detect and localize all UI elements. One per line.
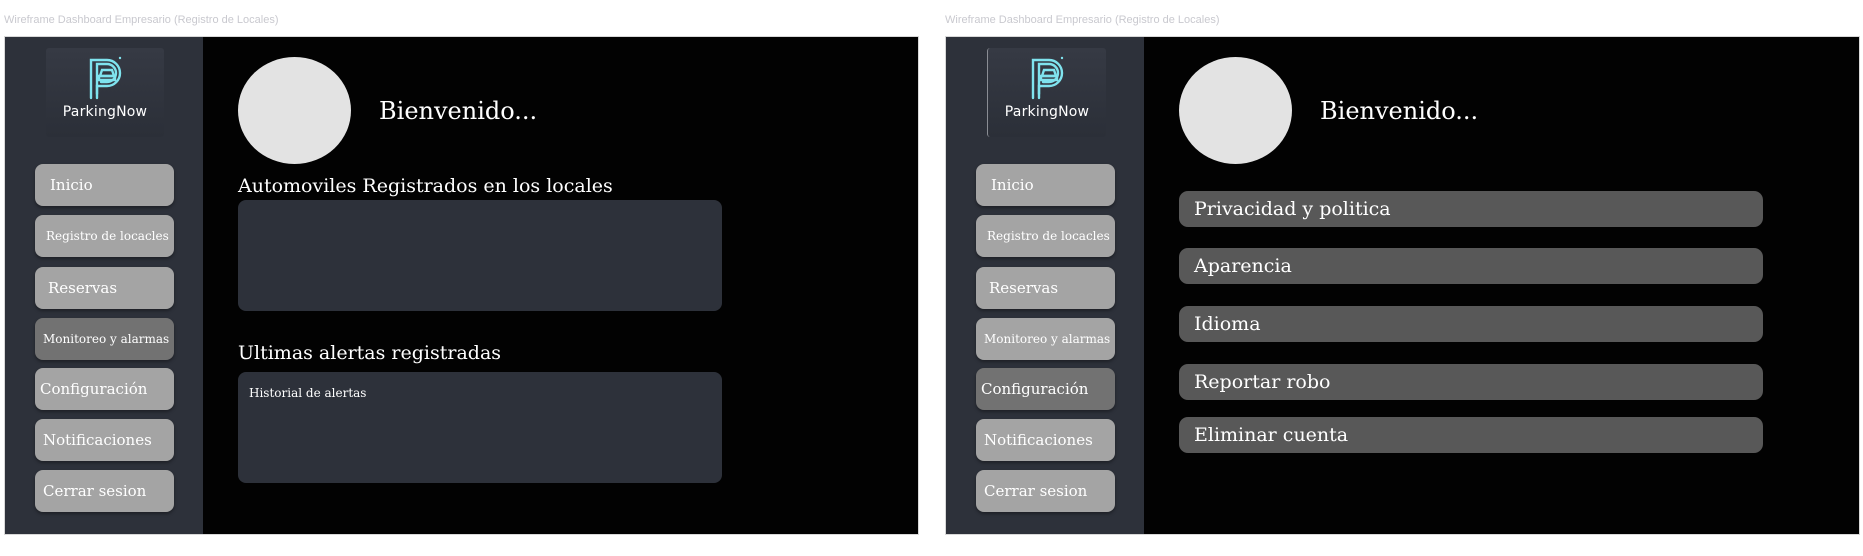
delete-account-button[interactable]: Eliminar cuenta [1179, 417, 1763, 453]
nav-inicio-button[interactable]: Inicio [976, 164, 1115, 206]
privacy-policy-button[interactable]: Privacidad y politica [1179, 191, 1763, 227]
dashboard-frame-configuration: ParkingNow Inicio Registro de locacles R… [945, 36, 1860, 535]
nav-notificaciones-button[interactable]: Notificaciones [976, 419, 1115, 461]
nav-monitoreo-alarmas-button[interactable]: Monitoreo y alarmas [976, 318, 1115, 360]
brand-name: ParkingNow [1004, 104, 1090, 120]
frame-label: Wireframe Dashboard Empresario (Registro… [4, 14, 279, 26]
nav-configuracion-button[interactable]: Configuración [976, 368, 1115, 410]
sidebar: ParkingNow Inicio Registro de locacles R… [946, 37, 1144, 534]
frame-label: Wireframe Dashboard Empresario (Registro… [945, 14, 1220, 26]
latest-alerts-title: Ultimas alertas registradas [238, 342, 502, 364]
alerts-history-panel: Historial de alertas [238, 372, 722, 483]
alerts-history-label: Historial de alertas [249, 386, 367, 400]
nav-monitoreo-alarmas-button[interactable]: Monitoreo y alarmas [35, 318, 174, 360]
welcome-heading: Bienvenido... [1320, 97, 1479, 125]
main-content: Bienvenido... Automoviles Registrados en… [203, 37, 918, 534]
report-theft-button[interactable]: Reportar robo [1179, 364, 1763, 400]
nav-inicio-button[interactable]: Inicio [35, 164, 174, 206]
registered-cars-panel [238, 200, 722, 311]
parking-car-logo-icon [1031, 56, 1064, 100]
sidebar: ParkingNow Inicio Registro de locacles R… [5, 37, 203, 534]
nav-registro-locales-button[interactable]: Registro de locacles [35, 215, 174, 257]
nav-configuracion-button[interactable]: Configuración [35, 368, 174, 410]
user-avatar[interactable] [238, 57, 351, 164]
nav-reservas-button[interactable]: Reservas [976, 267, 1115, 309]
registered-cars-title: Automoviles Registrados en los locales [238, 175, 613, 197]
welcome-heading: Bienvenido... [379, 97, 538, 125]
dashboard-frame-monitoring: ParkingNow Inicio Registro de locacles R… [4, 36, 919, 535]
main-content: Bienvenido... Privacidad y politica Apar… [1144, 37, 1859, 534]
nav-notificaciones-button[interactable]: Notificaciones [35, 419, 174, 461]
nav-reservas-button[interactable]: Reservas [35, 267, 174, 309]
appearance-button[interactable]: Aparencia [1179, 248, 1763, 284]
brand-logo[interactable]: ParkingNow [46, 48, 164, 137]
user-avatar[interactable] [1179, 57, 1292, 164]
language-button[interactable]: Idioma [1179, 306, 1763, 342]
brand-logo[interactable]: ParkingNow [987, 48, 1106, 137]
nav-cerrar-sesion-button[interactable]: Cerrar sesion [976, 470, 1115, 512]
parking-car-logo-icon [89, 56, 122, 100]
nav-registro-locales-button[interactable]: Registro de locacles [976, 215, 1115, 257]
brand-name: ParkingNow [62, 104, 148, 120]
nav-cerrar-sesion-button[interactable]: Cerrar sesion [35, 470, 174, 512]
